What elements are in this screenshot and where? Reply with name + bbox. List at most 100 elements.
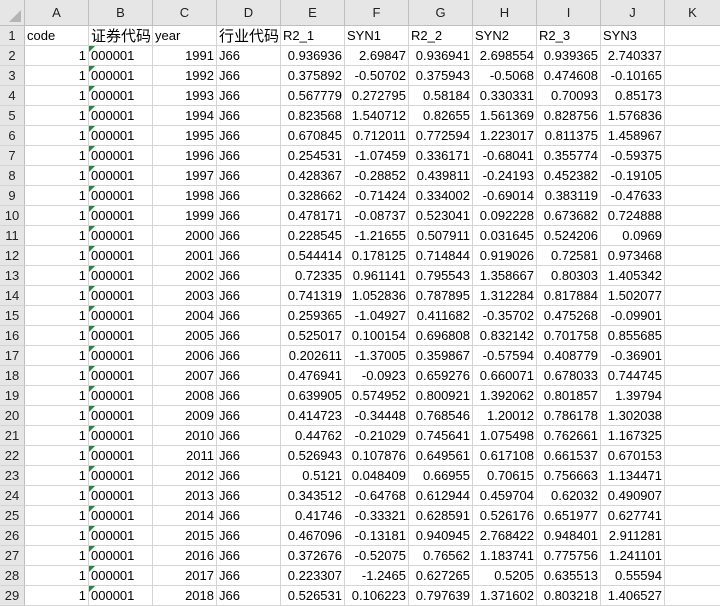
cell-K10[interactable] <box>665 206 720 226</box>
cell-H18[interactable]: 0.660071 <box>473 366 537 386</box>
number-stored-as-text-indicator-icon[interactable] <box>89 46 95 52</box>
column-header-H[interactable]: H <box>473 0 537 26</box>
cell-F4[interactable]: 0.272795 <box>345 86 409 106</box>
cell-C18[interactable]: 2007 <box>153 366 217 386</box>
cell-G7[interactable]: 0.336171 <box>409 146 473 166</box>
cell-H3[interactable]: -0.5068 <box>473 66 537 86</box>
cell-A2[interactable]: 1 <box>25 46 89 66</box>
cell-C9[interactable]: 1998 <box>153 186 217 206</box>
cell-C21[interactable]: 2010 <box>153 426 217 446</box>
cell-G2[interactable]: 0.936941 <box>409 46 473 66</box>
cell-B11[interactable]: 000001 <box>89 226 153 246</box>
cell-K16[interactable] <box>665 326 720 346</box>
number-stored-as-text-indicator-icon[interactable] <box>89 106 95 112</box>
cell-D14[interactable]: J66 <box>217 286 281 306</box>
cell-E8[interactable]: 0.428367 <box>281 166 345 186</box>
cell-H29[interactable]: 1.371602 <box>473 586 537 606</box>
cell-D18[interactable]: J66 <box>217 366 281 386</box>
cell-G27[interactable]: 0.76562 <box>409 546 473 566</box>
cell-C10[interactable]: 1999 <box>153 206 217 226</box>
cell-D29[interactable]: J66 <box>217 586 281 606</box>
cell-A12[interactable]: 1 <box>25 246 89 266</box>
cell-A16[interactable]: 1 <box>25 326 89 346</box>
number-stored-as-text-indicator-icon[interactable] <box>89 386 95 392</box>
cell-G4[interactable]: 0.58184 <box>409 86 473 106</box>
cell-F9[interactable]: -0.71424 <box>345 186 409 206</box>
cell-E28[interactable]: 0.223307 <box>281 566 345 586</box>
cell-K9[interactable] <box>665 186 720 206</box>
cell-H22[interactable]: 0.617108 <box>473 446 537 466</box>
column-header-A[interactable]: A <box>25 0 89 26</box>
cell-E5[interactable]: 0.823568 <box>281 106 345 126</box>
cell-H4[interactable]: 0.330331 <box>473 86 537 106</box>
cell-K1[interactable] <box>665 26 720 46</box>
cell-A14[interactable]: 1 <box>25 286 89 306</box>
cell-E2[interactable]: 0.936936 <box>281 46 345 66</box>
cell-K17[interactable] <box>665 346 720 366</box>
number-stored-as-text-indicator-icon[interactable] <box>89 226 95 232</box>
column-header-B[interactable]: B <box>89 0 153 26</box>
cell-C23[interactable]: 2012 <box>153 466 217 486</box>
cell-G11[interactable]: 0.507911 <box>409 226 473 246</box>
row-header-21[interactable]: 21 <box>0 426 25 446</box>
cell-I20[interactable]: 0.786178 <box>537 406 601 426</box>
cell-J8[interactable]: -0.19105 <box>601 166 665 186</box>
cell-A13[interactable]: 1 <box>25 266 89 286</box>
row-header-1[interactable]: 1 <box>0 26 25 46</box>
cell-H9[interactable]: -0.69014 <box>473 186 537 206</box>
row-header-26[interactable]: 26 <box>0 526 25 546</box>
cell-C15[interactable]: 2004 <box>153 306 217 326</box>
cell-C22[interactable]: 2011 <box>153 446 217 466</box>
cell-H6[interactable]: 1.223017 <box>473 126 537 146</box>
cell-I27[interactable]: 0.775756 <box>537 546 601 566</box>
cell-K27[interactable] <box>665 546 720 566</box>
column-header-D[interactable]: D <box>217 0 281 26</box>
row-header-12[interactable]: 12 <box>0 246 25 266</box>
cell-D27[interactable]: J66 <box>217 546 281 566</box>
cell-F1[interactable]: SYN1 <box>345 26 409 46</box>
cell-B1[interactable]: 证券代码 <box>89 26 153 46</box>
number-stored-as-text-indicator-icon[interactable] <box>89 186 95 192</box>
cell-E20[interactable]: 0.414723 <box>281 406 345 426</box>
cell-E10[interactable]: 0.478171 <box>281 206 345 226</box>
row-header-13[interactable]: 13 <box>0 266 25 286</box>
cell-K2[interactable] <box>665 46 720 66</box>
cell-C4[interactable]: 1993 <box>153 86 217 106</box>
number-stored-as-text-indicator-icon[interactable] <box>89 326 95 332</box>
cell-B19[interactable]: 000001 <box>89 386 153 406</box>
cell-E21[interactable]: 0.44762 <box>281 426 345 446</box>
cell-G13[interactable]: 0.795543 <box>409 266 473 286</box>
cell-F3[interactable]: -0.50702 <box>345 66 409 86</box>
row-header-10[interactable]: 10 <box>0 206 25 226</box>
cell-J5[interactable]: 1.576836 <box>601 106 665 126</box>
cell-E9[interactable]: 0.328662 <box>281 186 345 206</box>
row-header-24[interactable]: 24 <box>0 486 25 506</box>
cell-I8[interactable]: 0.452382 <box>537 166 601 186</box>
cell-H25[interactable]: 0.526176 <box>473 506 537 526</box>
cell-E25[interactable]: 0.41746 <box>281 506 345 526</box>
cell-F6[interactable]: 0.712011 <box>345 126 409 146</box>
cell-I22[interactable]: 0.661537 <box>537 446 601 466</box>
number-stored-as-text-indicator-icon[interactable] <box>89 466 95 472</box>
cell-J29[interactable]: 1.406527 <box>601 586 665 606</box>
cell-K28[interactable] <box>665 566 720 586</box>
cell-J17[interactable]: -0.36901 <box>601 346 665 366</box>
cell-F15[interactable]: -1.04927 <box>345 306 409 326</box>
cell-H5[interactable]: 1.561369 <box>473 106 537 126</box>
number-stored-as-text-indicator-icon[interactable] <box>89 486 95 492</box>
cell-A3[interactable]: 1 <box>25 66 89 86</box>
cell-F26[interactable]: -0.13181 <box>345 526 409 546</box>
cell-I15[interactable]: 0.475268 <box>537 306 601 326</box>
cell-K21[interactable] <box>665 426 720 446</box>
cell-A22[interactable]: 1 <box>25 446 89 466</box>
cell-A10[interactable]: 1 <box>25 206 89 226</box>
cell-H28[interactable]: 0.5205 <box>473 566 537 586</box>
cell-J13[interactable]: 1.405342 <box>601 266 665 286</box>
row-header-15[interactable]: 15 <box>0 306 25 326</box>
cell-G8[interactable]: 0.439811 <box>409 166 473 186</box>
cell-C17[interactable]: 2006 <box>153 346 217 366</box>
cell-J28[interactable]: 0.55594 <box>601 566 665 586</box>
cell-A11[interactable]: 1 <box>25 226 89 246</box>
cell-E17[interactable]: 0.202611 <box>281 346 345 366</box>
cell-J20[interactable]: 1.302038 <box>601 406 665 426</box>
